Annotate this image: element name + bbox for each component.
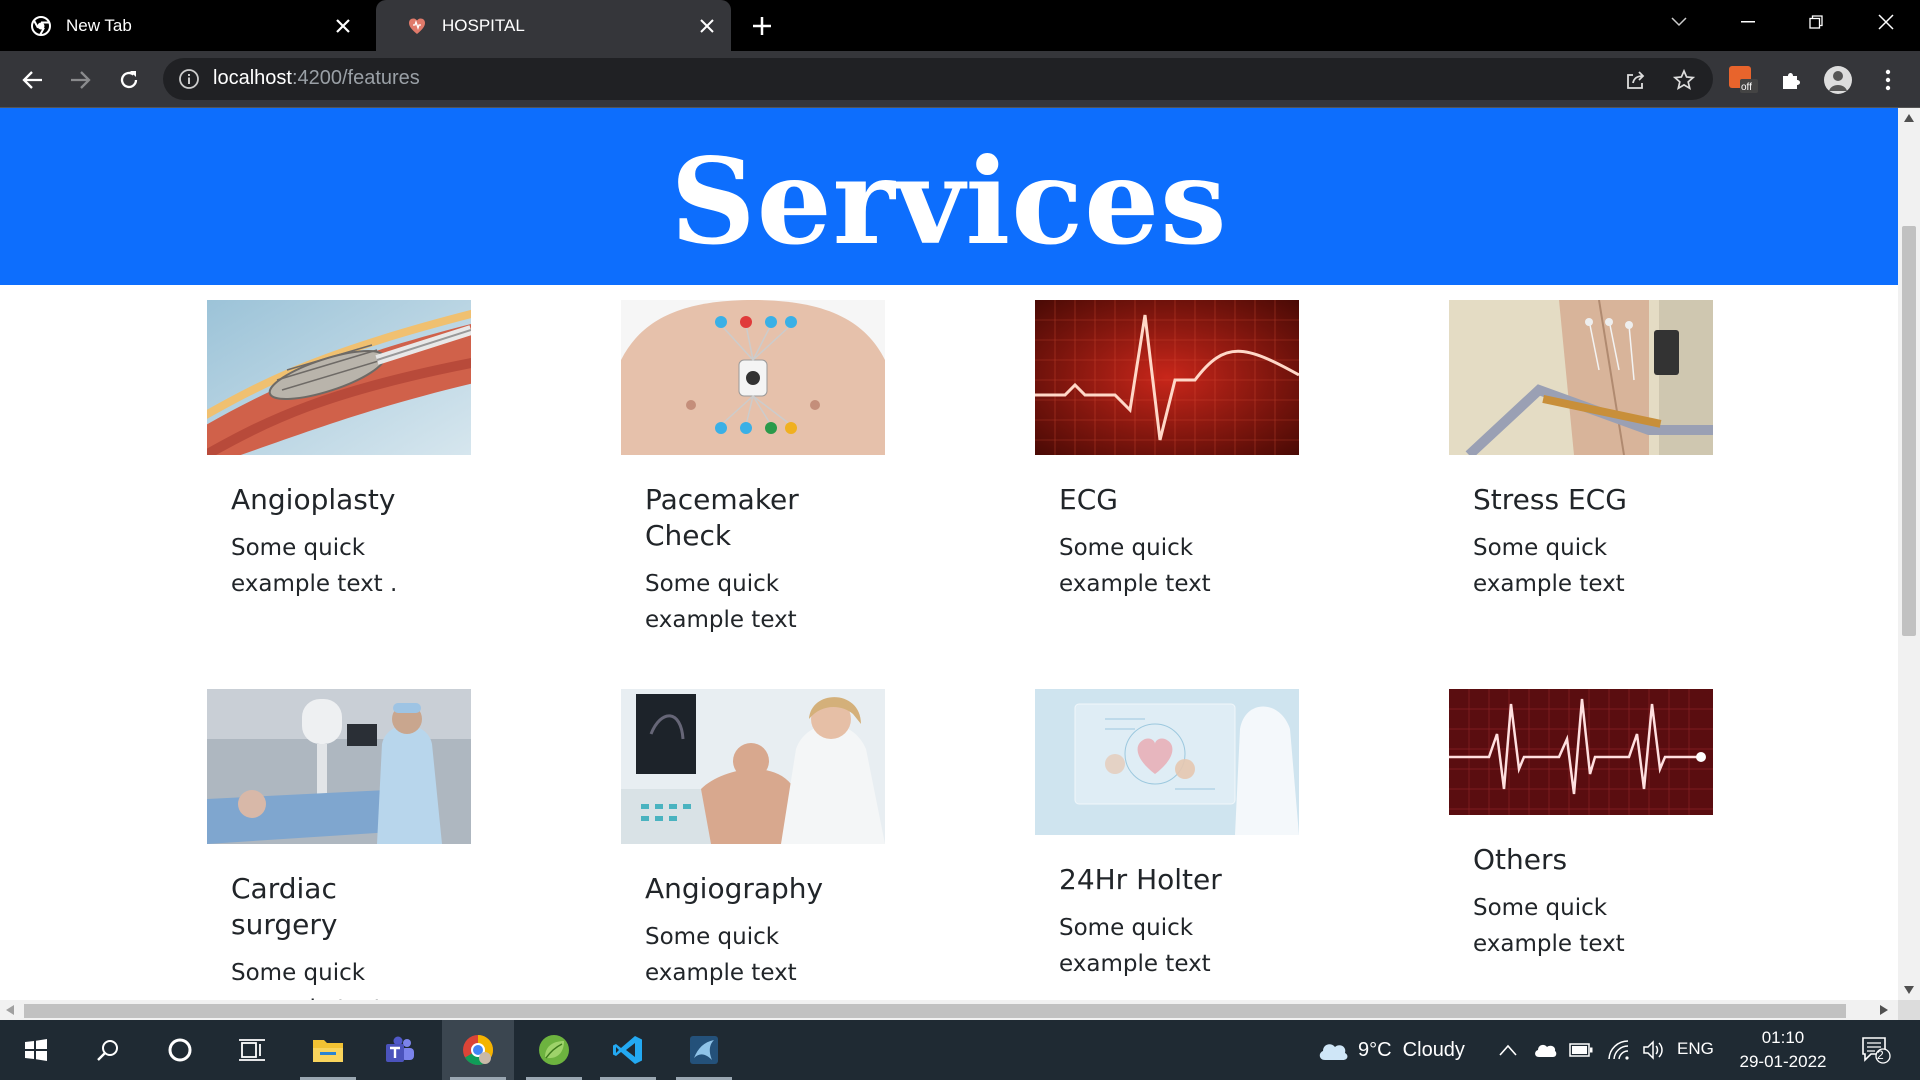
tab-label: HOSPITAL — [442, 15, 525, 35]
windows-start-icon[interactable] — [0, 1020, 72, 1080]
system-clock[interactable]: 01:10 29-01-2022 — [1735, 1026, 1831, 1074]
card-24hr-holter[interactable]: 24Hr Holter Some quick example text — [1035, 689, 1299, 982]
close-tab-icon[interactable] — [331, 14, 355, 38]
wifi-icon[interactable] — [1606, 1038, 1630, 1062]
page-title: Services — [670, 132, 1228, 271]
share-icon[interactable] — [1624, 68, 1648, 92]
volume-icon[interactable] — [1642, 1038, 1666, 1062]
cloud-icon — [1319, 1044, 1348, 1060]
address-bar[interactable]: localhost:4200/features — [163, 58, 1713, 100]
onedrive-icon[interactable] — [1533, 1038, 1557, 1062]
chevron-up-icon[interactable] — [1496, 1038, 1520, 1062]
card-angioplasty[interactable]: Angioplasty Some quick example text . — [207, 300, 471, 602]
ultrasound-exam-image — [621, 689, 885, 844]
back-icon[interactable] — [17, 64, 49, 96]
card-cardiac-surgery[interactable]: Cardiac surgery Some quick example text … — [207, 689, 471, 1000]
browser-tab-strip: New Tab HOSPITAL — [0, 0, 1920, 51]
scroll-down-icon[interactable] — [1904, 986, 1914, 994]
vertical-scrollbar[interactable] — [1898, 108, 1920, 1000]
chrome-icon — [31, 15, 51, 36]
scroll-right-icon[interactable] — [1880, 1005, 1888, 1015]
card-text: Some quick example text — [1059, 915, 1211, 977]
scrollbar-corner — [1898, 1000, 1920, 1020]
card-title: Angiography — [645, 872, 824, 905]
card-title: Cardiac surgery — [231, 872, 338, 941]
extension-off-icon[interactable]: off — [1728, 65, 1758, 95]
horizontal-scroll-thumb[interactable] — [24, 1004, 1846, 1018]
card-title: Others — [1473, 843, 1568, 876]
notification-count: 2 — [1877, 1048, 1884, 1062]
chrome-taskbar-icon[interactable] — [442, 1020, 514, 1080]
mysql-workbench-icon[interactable] — [668, 1020, 740, 1080]
card-title: Pacemaker Check — [645, 483, 799, 552]
spring-tool-icon[interactable] — [518, 1020, 590, 1080]
card-stress-ecg[interactable]: Stress ECG Some quick example text — [1449, 300, 1713, 602]
extensions-puzzle-icon[interactable] — [1776, 65, 1806, 95]
battery-icon[interactable] — [1569, 1038, 1593, 1062]
task-view-icon[interactable] — [216, 1020, 288, 1080]
services-banner: Services — [0, 108, 1898, 285]
new-tab-icon[interactable] — [748, 12, 776, 40]
card-title: Angioplasty — [231, 483, 396, 516]
card-text: Some quick example text — [645, 924, 797, 986]
tab-new-tab[interactable]: New Tab — [0, 0, 367, 51]
scroll-up-icon[interactable] — [1904, 114, 1914, 122]
ecg-waveform-image — [1035, 300, 1299, 455]
tab-search-icon[interactable] — [1651, 0, 1707, 44]
heartbeat-line-image — [1449, 689, 1713, 815]
url-host: localhost — [213, 67, 292, 89]
site-info-icon[interactable] — [178, 68, 200, 90]
card-text: Some quick example text — [1473, 535, 1625, 597]
restore-icon[interactable] — [1788, 0, 1844, 44]
clock-date: 29-01-2022 — [1739, 1052, 1827, 1071]
input-language[interactable]: ENG — [1677, 1039, 1714, 1059]
stent-balloon-image — [207, 300, 471, 455]
card-others[interactable]: Others Some quick example text — [1449, 689, 1713, 962]
vertical-scroll-thumb[interactable] — [1902, 226, 1916, 636]
file-explorer-icon[interactable] — [292, 1020, 364, 1080]
weather-text: 9°C Cloudy — [1358, 1038, 1465, 1061]
url-text[interactable]: localhost:4200/features — [213, 67, 420, 90]
card-text: Some quick example text — [645, 571, 797, 633]
heart-favicon-icon — [407, 16, 427, 36]
cortana-icon[interactable] — [144, 1020, 216, 1080]
url-path: :4200/features — [291, 67, 420, 89]
svg-text:off: off — [1741, 82, 1752, 93]
card-pacemaker-check[interactable]: Pacemaker Check Some quick example text — [621, 300, 885, 638]
operating-room-image — [207, 689, 471, 844]
card-text: Some quick example text . — [231, 535, 398, 597]
teams-icon[interactable] — [364, 1020, 436, 1080]
menu-kebab-icon[interactable] — [1873, 65, 1903, 95]
chest-electrodes-image — [621, 300, 885, 455]
card-text: Some quick example text — [1059, 535, 1211, 597]
minimize-icon[interactable] — [1720, 0, 1776, 44]
bookmark-star-icon[interactable] — [1672, 68, 1696, 92]
clock-time: 01:10 — [1761, 1028, 1805, 1047]
card-text: Some quick example text — [1473, 895, 1625, 957]
forward-icon[interactable] — [64, 64, 96, 96]
treadmill-test-image — [1449, 300, 1713, 455]
close-tab-icon[interactable] — [695, 14, 719, 38]
tab-label: New Tab — [66, 15, 132, 35]
weather-widget[interactable]: 9°C Cloudy — [1316, 1020, 1465, 1080]
windows-taskbar: 9°C Cloudy ENG 01:10 29-01-2022 2 — [0, 1020, 1920, 1080]
card-title: 24Hr Holter — [1059, 863, 1222, 896]
reload-icon[interactable] — [113, 64, 145, 96]
digital-heart-image — [1035, 689, 1299, 835]
close-window-icon[interactable] — [1858, 0, 1914, 44]
card-text: Some quick example text . — [231, 960, 397, 1000]
card-ecg[interactable]: ECG Some quick example text — [1035, 300, 1299, 602]
horizontal-scrollbar[interactable] — [0, 1000, 1898, 1020]
card-angiography[interactable]: Angiography Some quick example text — [621, 689, 885, 991]
page-viewport: Services Angioplasty Some quick example … — [0, 108, 1898, 1000]
card-title: Stress ECG — [1473, 483, 1627, 516]
tab-hospital[interactable]: HOSPITAL — [376, 0, 731, 51]
scroll-left-icon[interactable] — [6, 1005, 14, 1015]
profile-avatar-icon[interactable] — [1823, 65, 1853, 95]
browser-toolbar: localhost:4200/features off — [0, 51, 1920, 108]
notification-center-icon[interactable]: 2 — [1858, 1037, 1894, 1064]
vscode-icon[interactable] — [592, 1020, 664, 1080]
search-icon[interactable] — [72, 1020, 144, 1080]
card-title: ECG — [1059, 483, 1118, 516]
